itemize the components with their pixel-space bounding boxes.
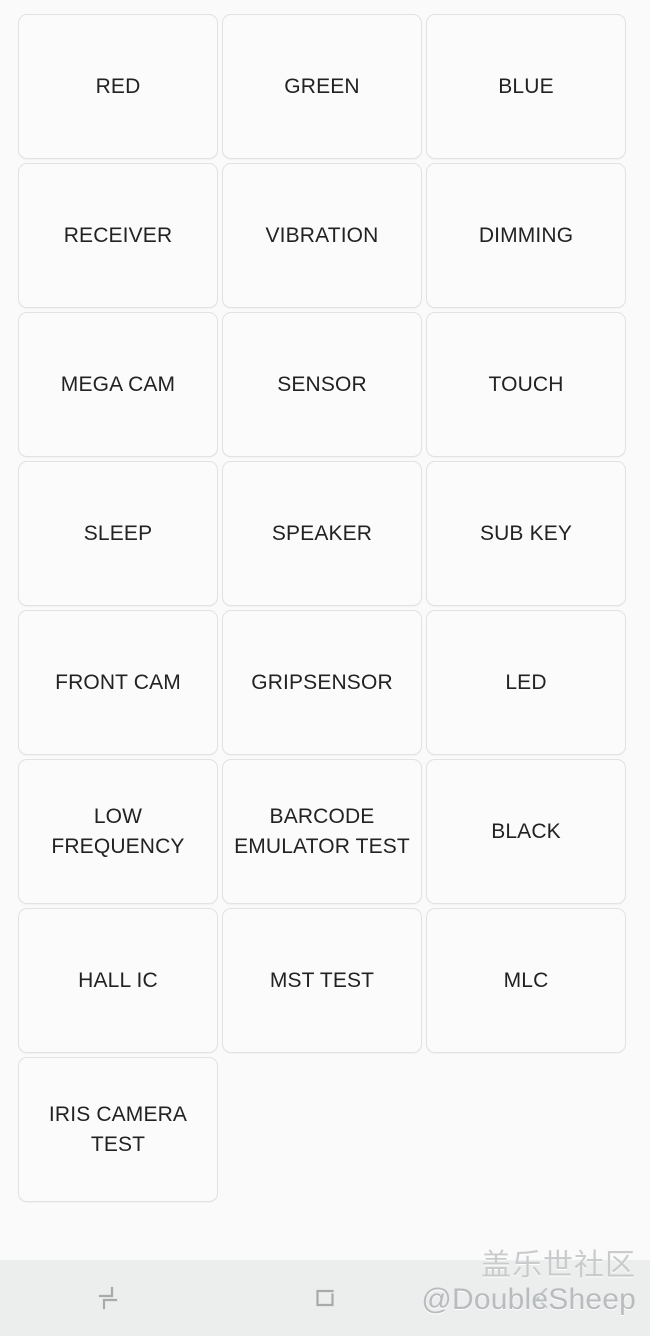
test-card-label: GRIPSENSOR xyxy=(251,670,393,694)
test-card-label: HALL IC xyxy=(78,968,158,992)
test-card-hall-ic[interactable]: HALL IC xyxy=(18,908,218,1053)
test-card-barcode-emulator-test[interactable]: BARCODE EMULATOR TEST xyxy=(222,759,422,904)
test-card-label: MST TEST xyxy=(269,968,375,992)
test-card-led[interactable]: LED xyxy=(426,610,626,755)
test-card-mst-test[interactable]: MST TEST xyxy=(222,908,422,1053)
test-card-label: SLEEP xyxy=(83,521,153,545)
test-card-label: TOUCH xyxy=(488,372,564,396)
test-card-gripsensor[interactable]: GRIPSENSOR xyxy=(222,610,422,755)
test-card-label: SENSOR xyxy=(277,372,367,396)
nav-button-home[interactable] xyxy=(217,1260,434,1336)
device-screen: RED GREEN BLUE RECEIVER VIBRATION DIMMIN… xyxy=(0,0,650,1336)
test-card-label: VIBRATION xyxy=(265,223,379,247)
test-card-dimming[interactable]: DIMMING xyxy=(426,163,626,308)
test-card-touch[interactable]: TOUCH xyxy=(426,312,626,457)
test-card-receiver[interactable]: RECEIVER xyxy=(18,163,218,308)
test-card-red[interactable]: RED xyxy=(18,14,218,159)
test-card-label: LED xyxy=(505,670,547,694)
test-card-sub-key[interactable]: SUB KEY xyxy=(426,461,626,606)
test-card-label: DIMMING xyxy=(478,223,574,247)
test-card-mlc[interactable]: MLC xyxy=(426,908,626,1053)
test-card-speaker[interactable]: SPEAKER xyxy=(222,461,422,606)
android-navigation-bar xyxy=(0,1260,650,1336)
test-card-label: BLACK xyxy=(491,819,561,843)
test-card-label: BARCODE EMULATOR TEST xyxy=(234,804,410,858)
test-card-low-frequency[interactable]: LOW FREQUENCY xyxy=(18,759,218,904)
recents-icon xyxy=(93,1283,123,1313)
test-card-label: RED xyxy=(95,74,141,98)
test-card-label: SUB KEY xyxy=(479,521,573,545)
test-card-iris-camera-test[interactable]: IRIS CAMERA TEST xyxy=(18,1057,218,1202)
test-card-front-cam[interactable]: FRONT CAM xyxy=(18,610,218,755)
nav-button-recents[interactable] xyxy=(0,1260,217,1336)
back-icon xyxy=(527,1283,557,1313)
test-card-label: SPEAKER xyxy=(271,521,373,545)
test-card-label: RECEIVER xyxy=(63,223,173,247)
test-card-black[interactable]: BLACK xyxy=(426,759,626,904)
test-card-green[interactable]: GREEN xyxy=(222,14,422,159)
test-card-label: IRIS CAMERA TEST xyxy=(48,1102,188,1156)
test-button-grid: RED GREEN BLUE RECEIVER VIBRATION DIMMIN… xyxy=(0,0,650,1258)
test-card-label: BLUE xyxy=(498,74,554,98)
test-card-vibration[interactable]: VIBRATION xyxy=(222,163,422,308)
home-icon xyxy=(310,1283,340,1313)
test-card-label: GREEN xyxy=(284,74,360,98)
test-card-sleep[interactable]: SLEEP xyxy=(18,461,218,606)
test-card-label: MLC xyxy=(503,968,549,992)
test-card-blue[interactable]: BLUE xyxy=(426,14,626,159)
test-card-label: FRONT CAM xyxy=(55,670,181,694)
test-card-mega-cam[interactable]: MEGA CAM xyxy=(18,312,218,457)
test-card-sensor[interactable]: SENSOR xyxy=(222,312,422,457)
test-card-label: LOW FREQUENCY xyxy=(51,804,185,858)
test-card-label: MEGA CAM xyxy=(60,372,176,396)
nav-button-back[interactable] xyxy=(433,1260,650,1336)
